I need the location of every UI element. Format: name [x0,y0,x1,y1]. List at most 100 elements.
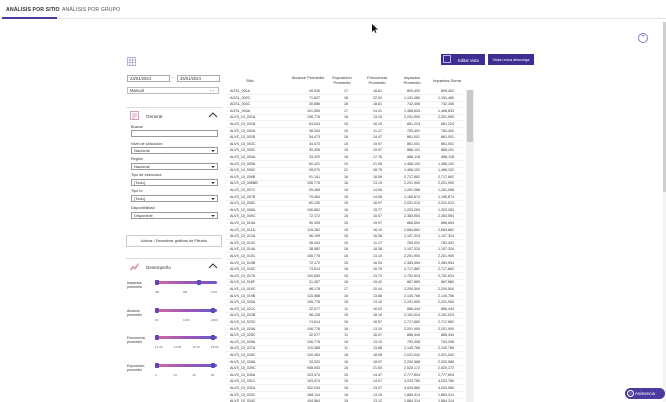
table-cell: 867,880 [407,280,420,285]
table-cell: ALVS_10_019B [230,293,256,298]
col-alcance-promedio[interactable]: Alcance Promedio [288,75,328,81]
tab-analisis-grupo[interactable]: ANÁLISIS POR GRUPO [62,7,120,13]
range-tick-label: 20 [173,373,177,377]
period-mode-value: Manual [130,88,144,93]
col-impactos-promedio[interactable]: Impactos Promedio [398,75,426,85]
table-cell: 74,614 [309,267,320,272]
download-view-button[interactable]: Vista única descarga [488,54,534,65]
range-min-handle[interactable] [155,308,159,313]
nivel-ubicacion-value: Nacional [134,148,150,153]
table-cell: 106,776 [307,181,320,186]
range-max-handle[interactable] [210,363,215,368]
table-cell: 13.10 [373,326,382,331]
table-cell: 16 [344,326,348,331]
col-sitio[interactable]: Sitio [246,78,254,84]
edit-view-label: Editar vista [458,57,479,63]
table-cell: 763,402 [441,128,454,133]
range-slider[interactable] [155,363,217,368]
range-max-handle[interactable] [210,335,215,340]
range-min-handle[interactable] [155,363,159,368]
disponibilidad-select[interactable]: Disponible [131,212,218,219]
table-cell: 10 [344,240,348,245]
table-cell: 34,473 [309,135,320,140]
table-cell: 1,203,263 [438,207,454,212]
toggle-filter-charts-button[interactable]: Activar / Desactivar gráficas de Filtrad… [126,235,222,247]
table-cell: 16.10 [373,122,382,126]
range-tick-label: 100K [183,318,191,322]
table-cell: AGS1_003C [230,102,251,107]
general-panel-title: General [146,113,163,119]
table-cell: 2,161,024 [404,313,420,318]
table-cell: 49,930 [309,89,320,93]
range-max-handle[interactable] [196,280,201,285]
table-cell: 1,466,102 [404,161,420,166]
table-cell: 11 [344,333,348,338]
nivel-ubicacion-select[interactable]: Nacional [131,147,218,154]
table-cell: ALVS_10_024A [230,326,256,331]
range-min-handle[interactable] [155,280,159,285]
chevron-up-icon[interactable] [208,111,218,119]
table-cell: 80,130 [309,201,320,206]
table-cell: ALVS_10_025C [230,333,256,338]
tab-analisis-sitio[interactable]: ANÁLISIS POR SITIO [6,7,60,13]
table-cell: 1,261,068 [404,188,420,192]
date-from-input[interactable]: 23/01/2024 [127,75,170,82]
range-max-handle[interactable] [210,308,215,313]
col-frecuencia-promedio[interactable]: Frecuencia Promedio [364,75,390,85]
table-cell: 302,034 [307,386,320,390]
chevron-up-icon[interactable] [208,262,218,270]
table-cell: 98,178 [309,287,320,291]
table-cell: 16 [344,207,348,212]
performance-panel-header[interactable]: Desempeño [126,261,222,273]
table-cell: 2,717,862 [404,174,420,179]
col-exposicion-promedio[interactable]: Exposición Promedio [330,75,354,85]
tipo-id-value: [Todo] [134,196,145,201]
general-panel-header[interactable]: General [126,110,222,122]
table-cell: 33,320 [309,155,320,159]
grid-view-icon[interactable] [127,57,136,66]
table-cell: ALVS_10_007B [230,194,256,199]
table-cell: 106,862 [307,207,320,212]
edit-view-button[interactable]: Editar vista [441,54,485,65]
range-slider[interactable] [155,335,217,340]
tipo-id-select[interactable]: [Todo] [131,195,218,202]
table-cell: 2,664,862 [404,227,420,232]
table-cell: 763,402 [441,240,454,245]
slider-label: Impactos promedio [127,281,142,290]
region-select[interactable]: Nacional [131,163,218,170]
table-cell: 100,659 [307,273,320,278]
table-cell: 34,473 [309,141,320,146]
assistance-button[interactable]: ? Asistencia [625,388,665,399]
search-input[interactable] [131,130,218,137]
table-cell: 15 [344,194,348,199]
table-cell: 72,172 [309,260,320,265]
tipo-estructura-select[interactable]: [Todo] [131,179,218,186]
table-cell: 21.60 [373,366,382,371]
range-tick-label: 60 [211,373,215,377]
table-cell: ALVS_10_004A [230,155,256,159]
date-to-input[interactable]: 25/01/2024 [177,75,220,82]
table-cell: 13.88 [373,293,382,298]
table-cell: 18.38 [373,247,382,252]
add-circle-button[interactable]: + [638,33,648,43]
range-slider[interactable] [155,308,217,313]
dropdown-arrow-icon [211,197,215,200]
table-row[interactable]: ALVS_10_034C 104,564 15 13.12 1,884,314 1,884… [226,398,464,402]
range-min-handle[interactable] [155,335,159,340]
date-separator: - [172,75,174,80]
table-scrollbar[interactable] [466,90,474,402]
table-cell: 1,185,874 [404,194,420,199]
stepper-arrows-icon[interactable]: ‹ › [210,88,214,94]
table-cell: 95,465 [309,188,320,192]
table-cell: AGS1_004A [230,108,250,113]
period-mode-select[interactable]: Manual ‹ › [127,87,219,94]
table-cell: 16 [344,188,348,192]
col-impactos-suma[interactable]: Impactos Suma [430,78,464,84]
table-cell: ALVS_10_006C [230,168,256,173]
range-slider[interactable] [155,280,217,285]
table-cell: 13.10 [373,115,382,120]
table-scrollbar-thumb[interactable] [467,90,473,142]
table-cell: 866,444 [407,333,420,338]
table-cell: ALVS_10_001A [230,115,256,120]
table-cell: 19.97 [373,221,382,225]
